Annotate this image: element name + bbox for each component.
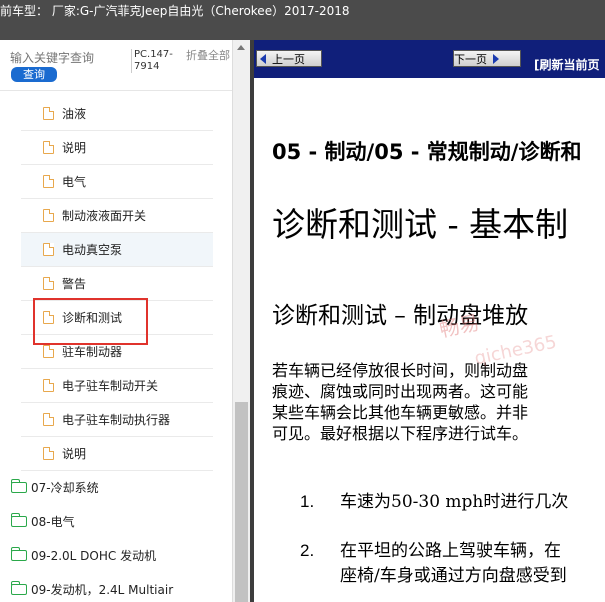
tree-item-label: 驻车制动器 [62, 345, 123, 359]
tree-item-warning[interactable]: 警告 [21, 267, 213, 301]
tree-folder-electrical[interactable]: 08-电气 [0, 505, 232, 538]
tree-item-brake-fluid-level-switch[interactable]: 制动液液面开关 [21, 199, 213, 233]
tree-item-label: 油液 [62, 107, 87, 121]
left-panel: 查询 PC.147-7914 折叠全部 油液 说明 电气 制动液液面开关 电动真… [0, 40, 250, 602]
tree-item-epb-switch[interactable]: 电子驻车制动开关 [21, 369, 213, 403]
paragraph-line: 痕迹、腐蚀或同时出现两者。这可能 [272, 382, 529, 401]
step-number: 2. [300, 541, 315, 560]
refresh-page-link[interactable]: [刷新当前页 [534, 56, 600, 73]
step-text: 座椅/车身或通过方向盘感受到 [340, 566, 567, 586]
tree-folder-label: 08-电气 [31, 515, 75, 529]
tree-folder-engine-24[interactable]: 09-发动机，2.4L Multiair [0, 573, 232, 602]
tree-folder-cooling[interactable]: 07-冷却系统 [0, 471, 232, 504]
main-heading: 诊断和测试 - 基本制 [272, 205, 569, 244]
scroll-up-icon[interactable] [237, 45, 245, 50]
folder-icon [11, 479, 27, 493]
search-area: 查询 PC.147-7914 折叠全部 [0, 40, 232, 91]
prev-page-label: 上一页 [272, 52, 305, 66]
search-button[interactable]: 查询 [11, 67, 57, 82]
tree-item-electrical[interactable]: 电气 [21, 165, 213, 199]
collapse-all-button[interactable]: 折叠全部 [186, 49, 230, 62]
folder-icon [11, 513, 27, 527]
section-title: 05 - 制动/05 - 常规制动/诊断和 [272, 140, 582, 164]
paragraph-line: 可见。最好根据以下程序进行试车。 [272, 424, 529, 443]
tree-item-label: 电子驻车制动执行器 [62, 413, 171, 427]
tree-folder-label: 07-冷却系统 [31, 481, 99, 495]
tree-item-label: 说明 [62, 141, 87, 155]
search-input[interactable] [10, 51, 122, 65]
next-page-button[interactable]: 下一页 [453, 50, 521, 67]
folder-icon [11, 581, 27, 595]
tree-item-label: 说明 [62, 447, 87, 461]
paragraph-line: 若车辆已经停放很长时间，则制动盘 [272, 361, 529, 380]
file-icon [43, 141, 54, 154]
tree-item-label: 制动液液面开关 [62, 209, 147, 223]
tree-item-fluids[interactable]: 油液 [21, 97, 213, 131]
step-text: 在平坦的公路上驾驶车辆，在 [340, 541, 561, 561]
left-scrollbar[interactable] [232, 40, 250, 602]
tree-item-label: 电子驻车制动开关 [62, 379, 159, 393]
tree-item-epb-actuator[interactable]: 电子驻车制动执行器 [21, 403, 213, 437]
file-icon [43, 379, 54, 392]
step-1: 1. 车速为50-30 mph时进行几次 [300, 489, 568, 515]
file-icon [43, 413, 54, 426]
paragraph: 若车辆已经停放很长时间，则制动盘 痕迹、腐蚀或同时出现两者。这可能 某些车辆会比… [272, 360, 605, 444]
step-2-continued: 座椅/车身或通过方向盘感受到 [300, 563, 567, 589]
step-2: 2. 在平坦的公路上驾驶车辆，在 [300, 538, 561, 564]
document-nav-bar: 上一页 下一页 [刷新当前页 [254, 40, 605, 78]
tree-folder-engine-20[interactable]: 09-2.0L DOHC 发动机 [0, 539, 232, 572]
file-icon [43, 345, 54, 358]
tree-item-label: 电气 [62, 175, 87, 189]
file-icon [43, 209, 54, 222]
file-icon [43, 447, 54, 460]
sub-heading: 诊断和测试 – 制动盘堆放 [272, 303, 529, 329]
paragraph-line: 某些车辆会比其他车辆更敏感。并非 [272, 403, 529, 422]
scrollbar-thumb[interactable] [235, 402, 248, 602]
file-icon [43, 107, 54, 120]
file-icon [43, 277, 54, 290]
arrow-left-icon [260, 53, 266, 64]
window-title: 前车型： 厂家:G-广汽菲克Jeep自由光（Cherokee）2017-2018 [0, 4, 350, 18]
tree-item-description-2[interactable]: 说明 [21, 437, 213, 471]
step-text: 车速为50-30 mph时进行几次 [340, 492, 569, 512]
tree-item-label: 电动真空泵 [62, 243, 123, 257]
highlight-box [33, 298, 148, 345]
tree-item-label: 警告 [62, 277, 87, 291]
pc-number: PC.147-7914 [131, 49, 180, 73]
file-icon [43, 243, 54, 256]
tree-folder-label: 09-发动机，2.4L Multiair [31, 583, 174, 597]
step-number: 1. [300, 492, 315, 511]
document-panel: 上一页 下一页 [刷新当前页 05 - 制动/05 - 常规制动/诊断和 诊断和… [254, 40, 605, 602]
arrow-right-icon [493, 53, 499, 64]
prev-page-button[interactable]: 上一页 [256, 50, 322, 67]
folder-icon [11, 547, 27, 561]
next-page-label: 下一页 [454, 52, 487, 66]
tree-item-description[interactable]: 说明 [21, 131, 213, 165]
tree-item-electric-vacuum-pump[interactable]: 电动真空泵 [21, 233, 213, 267]
window-title-bar: 前车型： 厂家:G-广汽菲克Jeep自由光（Cherokee）2017-2018 [0, 0, 605, 40]
file-icon [43, 175, 54, 188]
tree-folder-label: 09-2.0L DOHC 发动机 [31, 549, 157, 563]
